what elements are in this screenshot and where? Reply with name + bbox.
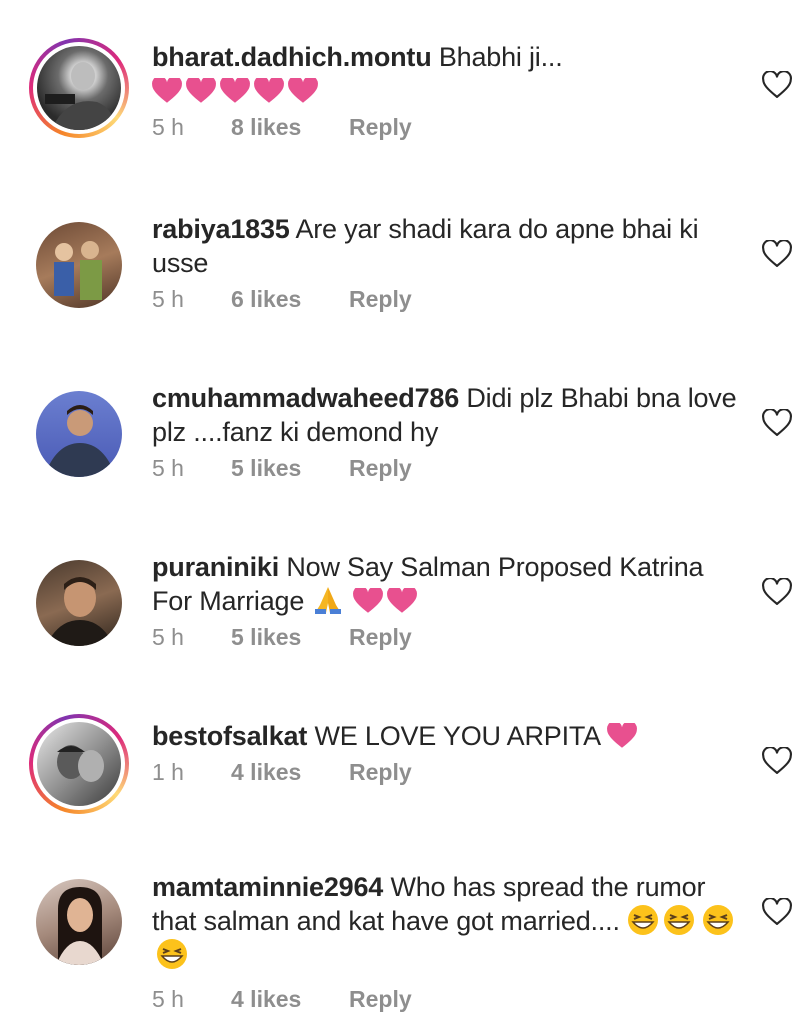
comment-meta: 5 h 8 likes Reply — [152, 114, 742, 141]
comment-likes-link[interactable]: 5 likes — [231, 624, 349, 651]
avatar-wrap[interactable] — [29, 384, 129, 484]
comment-username[interactable]: mamtaminnie2964 — [152, 872, 383, 902]
avatar — [37, 722, 121, 806]
comment-meta: 5 h 5 likes Reply — [152, 455, 742, 482]
comment-likes-link[interactable]: 8 likes — [231, 114, 349, 141]
avatar — [36, 391, 122, 477]
comment-text: bestofsalkat WE LOVE YOU ARPITA — [152, 719, 742, 753]
avatar-wrap[interactable] — [29, 553, 129, 653]
heart-outline-icon[interactable] — [762, 240, 792, 268]
comment-text: rabiya1835 Are yar shadi kara do apne bh… — [152, 212, 742, 280]
comment-text: bharat.dadhich.montu Bhabhi ji... — [152, 40, 742, 74]
heart-outline-icon[interactable] — [762, 898, 792, 926]
heart-outline-icon[interactable] — [762, 409, 792, 437]
folded-hands-emoji — [315, 587, 342, 614]
reply-button[interactable]: Reply — [349, 986, 412, 1013]
avatar-story-ring[interactable] — [29, 714, 129, 814]
comment-text: puraniniki Now Say Salman Proposed Katri… — [152, 550, 742, 618]
comment-username[interactable]: rabiya1835 — [152, 214, 290, 244]
heart-outline-icon[interactable] — [762, 71, 792, 99]
comment-time: 5 h — [152, 455, 184, 481]
comment-body: WE LOVE YOU ARPITA — [314, 721, 600, 751]
heart-outline-icon[interactable] — [762, 578, 792, 606]
comment-time: 1 h — [152, 759, 184, 785]
grinning-squinting-emoji — [157, 939, 187, 969]
pink-heart-emoji — [386, 588, 417, 613]
avatar — [36, 560, 122, 646]
comment-likes-link[interactable]: 6 likes — [231, 286, 349, 313]
grinning-squinting-emoji — [628, 905, 659, 935]
avatar — [36, 879, 122, 965]
pink-heart-emoji — [288, 78, 318, 103]
reply-button[interactable]: Reply — [349, 455, 412, 482]
comment-meta: 1 h 4 likes Reply — [152, 759, 742, 786]
pink-heart-emoji — [220, 78, 250, 103]
reply-button[interactable]: Reply — [349, 624, 412, 651]
pink-heart-emoji — [352, 588, 383, 613]
pink-heart-emoji — [254, 78, 284, 103]
comment-likes-link[interactable]: 4 likes — [231, 986, 349, 1013]
comment-body: Bhabhi ji... — [438, 42, 563, 72]
comment-meta: 5 h 6 likes Reply — [152, 286, 742, 313]
comment-likes-link[interactable]: 4 likes — [231, 759, 349, 786]
avatar — [37, 46, 121, 130]
comment-meta: 5 h 5 likes Reply — [152, 624, 742, 651]
comment-meta: 5 h 4 likes Reply — [152, 986, 742, 1013]
comment-time: 5 h — [152, 986, 184, 1012]
comment-text: mamtaminnie2964 Who has spread the rumor… — [152, 870, 742, 972]
pink-heart-emoji — [186, 78, 216, 103]
pink-heart-emoji — [606, 723, 637, 748]
comment-username[interactable]: cmuhammadwaheed786 — [152, 383, 459, 413]
avatar — [36, 222, 122, 308]
pink-heart-emoji — [152, 78, 182, 103]
reply-button[interactable]: Reply — [349, 114, 412, 141]
comment-username[interactable]: puraniniki — [152, 552, 279, 582]
comment-emoji-row — [152, 74, 742, 108]
comment-username[interactable]: bharat.dadhich.montu — [152, 42, 432, 72]
avatar-story-ring[interactable] — [29, 38, 129, 138]
reply-button[interactable]: Reply — [349, 286, 412, 313]
comment-time: 5 h — [152, 286, 184, 312]
avatar-wrap[interactable] — [29, 215, 129, 315]
comment-likes-link[interactable]: 5 likes — [231, 455, 349, 482]
avatar-wrap[interactable] — [29, 872, 129, 972]
grinning-squinting-emoji — [703, 905, 734, 935]
reply-button[interactable]: Reply — [349, 759, 412, 786]
heart-outline-icon[interactable] — [762, 747, 792, 775]
comment-time: 5 h — [152, 114, 184, 140]
comment-time: 5 h — [152, 624, 184, 650]
grinning-squinting-emoji — [664, 905, 695, 935]
comment-username[interactable]: bestofsalkat — [152, 721, 307, 751]
comment-text: cmuhammadwaheed786 Didi plz Bhabi bna lo… — [152, 381, 742, 449]
